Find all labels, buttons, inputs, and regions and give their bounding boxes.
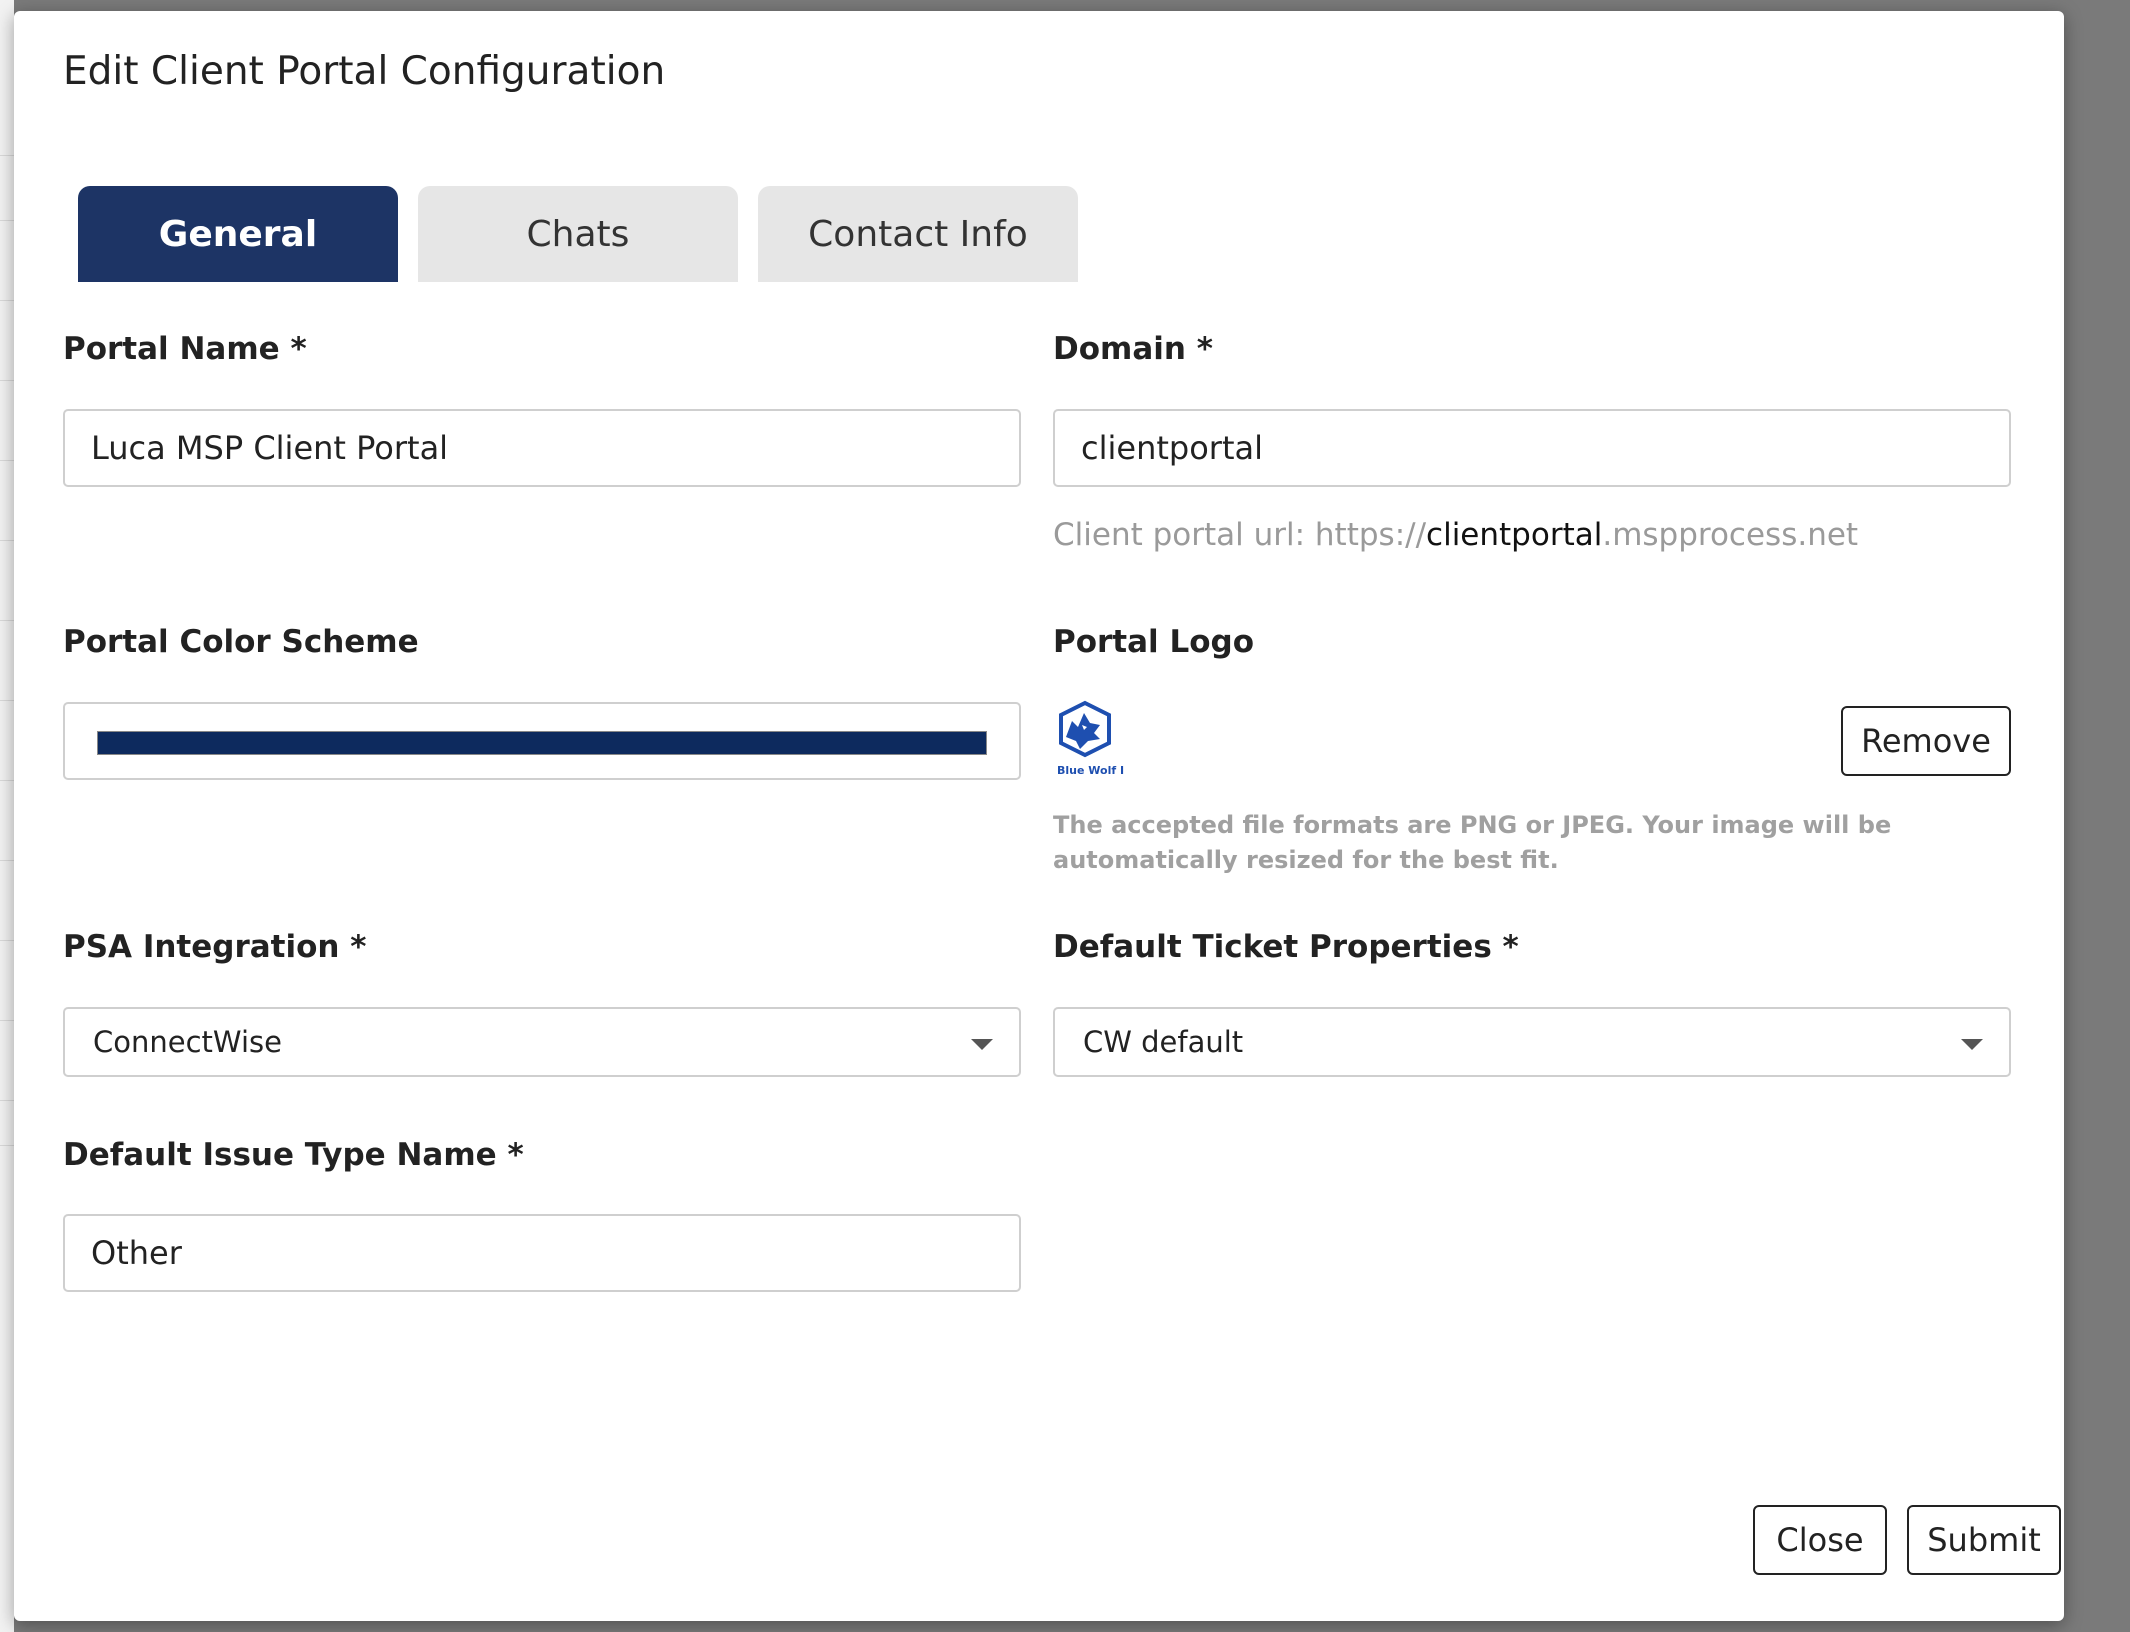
psa-integration-select[interactable]: ConnectWise [63, 1007, 1021, 1077]
color-scheme-label: Portal Color Scheme [63, 624, 419, 660]
portal-name-value: Luca MSP Client Portal [91, 429, 449, 467]
portal-url-domain: clientportal [1426, 517, 1603, 553]
portal-name-label: Portal Name * [63, 331, 307, 367]
domain-input[interactable]: clientportal [1053, 409, 2011, 487]
color-scheme-picker[interactable] [63, 702, 1021, 780]
background-page [0, 0, 14, 1632]
domain-label: Domain * [1053, 331, 1213, 367]
tab-chats[interactable]: Chats [418, 186, 738, 282]
wolf-logo-icon: Blue Wolf IT [1057, 700, 1132, 777]
submit-button[interactable]: Submit [1907, 1505, 2061, 1575]
portal-logo-label: Portal Logo [1053, 624, 1255, 660]
portal-name-input[interactable]: Luca MSP Client Portal [63, 409, 1021, 487]
portal-url-hint: Client portal url: https://clientportal.… [1053, 517, 1858, 553]
issue-type-label: Default Issue Type Name * [63, 1137, 524, 1173]
logo-text: Blue Wolf IT [1057, 764, 1124, 777]
portal-url-prefix: Client portal url: https:// [1053, 517, 1427, 553]
chevron-down-icon [1961, 1039, 1983, 1050]
tab-contact-info[interactable]: Contact Info [758, 186, 1078, 282]
tab-general[interactable]: General [78, 186, 398, 282]
portal-logo-image: Blue Wolf IT [1054, 699, 1132, 785]
domain-value: clientportal [1081, 429, 1263, 467]
ticket-properties-select[interactable]: CW default [1053, 1007, 2011, 1077]
chevron-down-icon [971, 1039, 993, 1050]
portal-url-suffix: .mspprocess.net [1602, 517, 1859, 553]
logo-help-text: The accepted file formats are PNG or JPE… [1053, 811, 1892, 874]
remove-logo-button[interactable]: Remove [1841, 706, 2011, 776]
close-button[interactable]: Close [1753, 1505, 1887, 1575]
psa-integration-label: PSA Integration * [63, 929, 367, 965]
edit-portal-dialog: Edit Client Portal Configuration General… [14, 11, 2064, 1621]
issue-type-input[interactable]: Other [63, 1214, 1021, 1292]
tab-bar: General Chats Contact Info [78, 186, 1078, 282]
psa-integration-value: ConnectWise [93, 1025, 282, 1059]
issue-type-value: Other [91, 1234, 182, 1272]
dialog-title: Edit Client Portal Configuration [63, 49, 666, 94]
color-swatch [97, 731, 987, 755]
ticket-properties-label: Default Ticket Properties * [1053, 929, 1519, 965]
ticket-properties-value: CW default [1083, 1025, 1244, 1059]
